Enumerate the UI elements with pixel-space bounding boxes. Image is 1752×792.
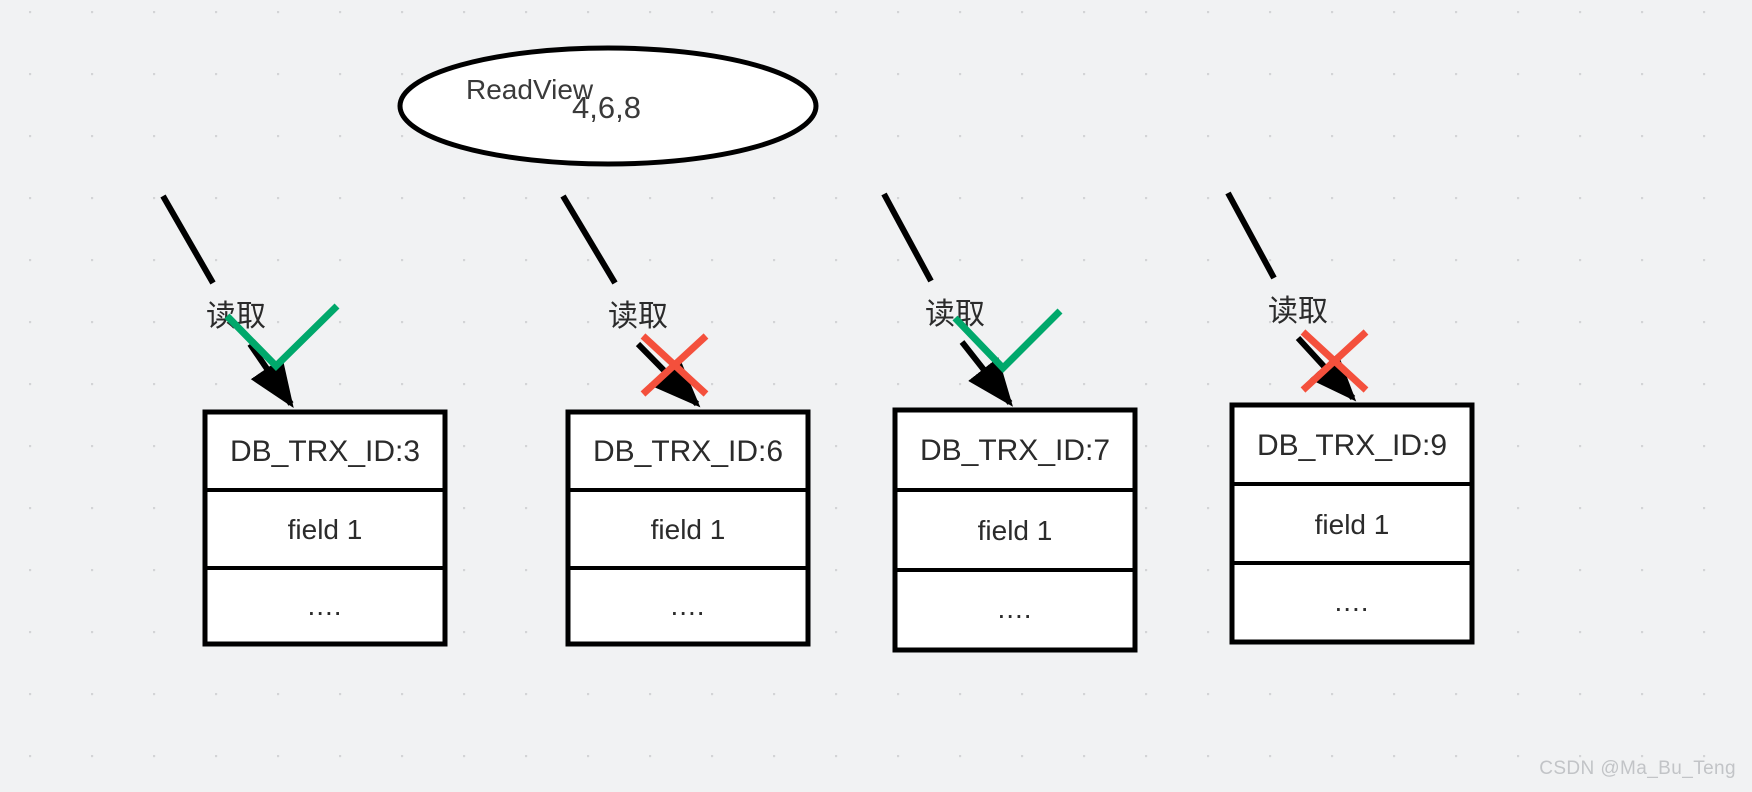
record-box-4[interactable]: DB_TRX_ID:9 field 1 .... bbox=[1229, 402, 1475, 645]
connector-line-3 bbox=[881, 192, 934, 283]
mvcc-readview-diagram: ReadView 4,6,8 读取 读取 读取 读取 DB_TRX_ID:3 f… bbox=[160, 45, 1475, 653]
csdn-watermark: CSDN @Ma_Bu_Teng bbox=[1539, 758, 1736, 779]
visibility-markers bbox=[224, 303, 1369, 397]
record-box-2[interactable]: DB_TRX_ID:6 field 1 .... bbox=[565, 409, 811, 647]
connector-line-1 bbox=[160, 194, 216, 285]
record-more-1: .... bbox=[307, 590, 342, 621]
read-labels: 读取 读取 读取 读取 bbox=[206, 295, 1328, 333]
record-field-2: field 1 bbox=[651, 514, 726, 545]
read-label-2: 读取 bbox=[608, 300, 668, 333]
record-trx-id-3: DB_TRX_ID:7 bbox=[920, 434, 1110, 467]
read-arrows bbox=[247, 335, 1357, 408]
record-more-2: .... bbox=[670, 590, 705, 621]
record-more-4: .... bbox=[1334, 586, 1369, 617]
record-field-4: field 1 bbox=[1315, 509, 1390, 540]
record-field-1: field 1 bbox=[288, 514, 363, 545]
record-box-3[interactable]: DB_TRX_ID:7 field 1 .... bbox=[892, 407, 1138, 653]
record-box-1[interactable]: DB_TRX_ID:3 field 1 .... bbox=[202, 409, 448, 647]
read-label-4: 读取 bbox=[1268, 295, 1328, 328]
read-label-3: 读取 bbox=[925, 298, 985, 331]
diagram-canvas: ReadView 4,6,8 读取 读取 读取 读取 DB_TRX_ID:3 f… bbox=[0, 0, 1752, 792]
connector-line-2 bbox=[560, 194, 618, 285]
readview-ids: 4,6,8 bbox=[572, 90, 641, 125]
record-field-3: field 1 bbox=[978, 515, 1053, 546]
connector-line-4 bbox=[1225, 191, 1277, 280]
readview-node: ReadView 4,6,8 bbox=[397, 45, 819, 167]
record-trx-id-2: DB_TRX_ID:6 bbox=[593, 435, 783, 468]
record-trx-id-4: DB_TRX_ID:9 bbox=[1257, 429, 1447, 462]
record-more-3: .... bbox=[997, 593, 1032, 624]
record-trx-id-1: DB_TRX_ID:3 bbox=[230, 435, 420, 468]
readview-connector-lines bbox=[160, 191, 1277, 285]
